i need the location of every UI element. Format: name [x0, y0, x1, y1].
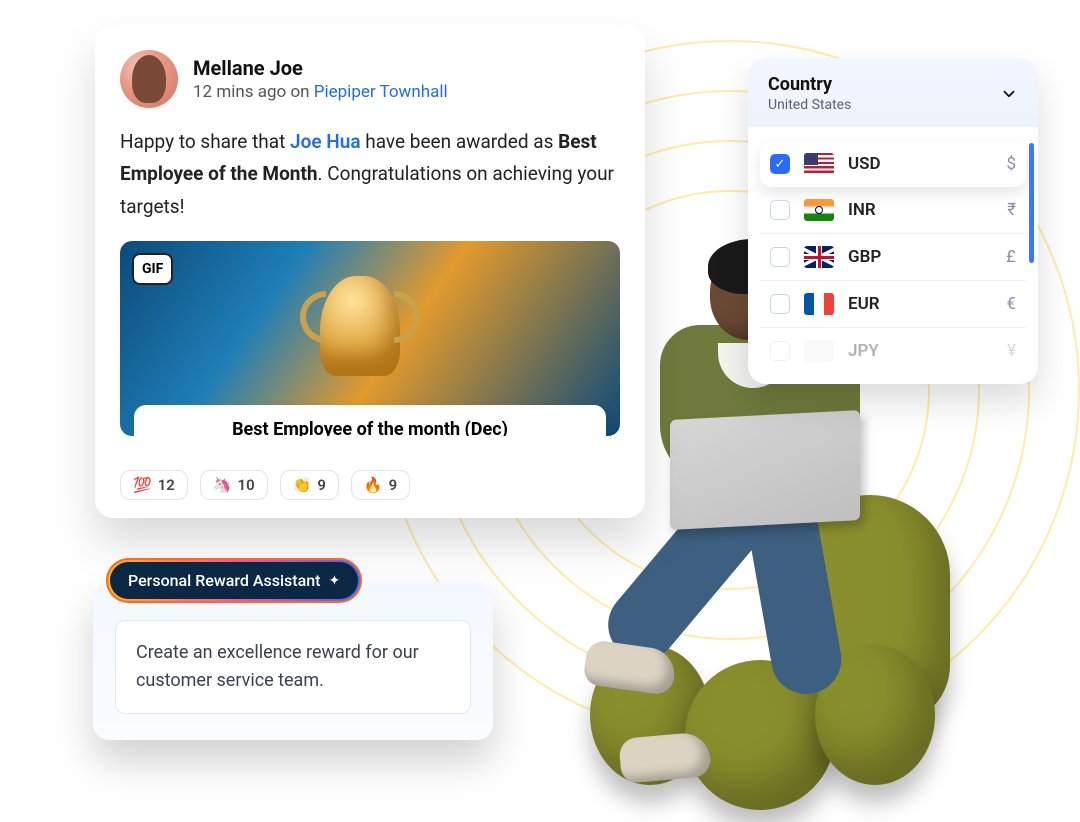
currency-code: INR [848, 200, 1007, 220]
reaction-count: 9 [389, 476, 398, 494]
author-avatar[interactable] [120, 50, 178, 108]
checkbox[interactable] [770, 294, 790, 314]
country-picker: Country United States ✓ USD $ INR ₹ GBP … [748, 58, 1038, 384]
reaction-clap[interactable]: 👏 9 [280, 470, 339, 500]
currency-code: USD [848, 154, 1006, 174]
currency-symbol: € [1006, 294, 1016, 314]
currency-symbol: ¥ [1007, 341, 1016, 361]
feed-post-card: Mellane Joe 12 mins ago on Piepiper Town… [95, 25, 645, 518]
reactions-row: 💯 12 🦄 10 👏 9 🔥 9 [120, 470, 620, 500]
currency-row-gbp[interactable]: GBP £ [760, 234, 1026, 281]
scrollbar[interactable] [1029, 143, 1034, 263]
reaction-emoji: 💯 [133, 476, 152, 494]
flag-in-icon [804, 199, 834, 221]
media-caption: Best Employee of the month (Dec) [134, 405, 606, 436]
reaction-100[interactable]: 💯 12 [120, 470, 188, 500]
post-channel-link[interactable]: Piepiper Townhall [314, 82, 448, 102]
chevron-down-icon [1000, 85, 1018, 103]
checkbox[interactable] [770, 200, 790, 220]
reaction-fire[interactable]: 🔥 9 [351, 470, 410, 500]
currency-code: GBP [848, 247, 1006, 267]
currency-row-usd[interactable]: ✓ USD $ [760, 141, 1026, 187]
country-label: Country [768, 74, 851, 95]
reaction-emoji: 🔥 [364, 476, 383, 494]
currency-symbol: ₹ [1007, 200, 1016, 220]
flag-us-icon [804, 153, 834, 175]
country-picker-header[interactable]: Country United States [748, 58, 1038, 127]
assistant-prompt-text[interactable]: Create an excellence reward for our cust… [115, 620, 471, 714]
currency-symbol: £ [1006, 247, 1016, 267]
currency-row-inr[interactable]: INR ₹ [760, 187, 1026, 234]
currency-row-eur[interactable]: EUR € [760, 281, 1026, 328]
post-timestamp: 12 mins ago [193, 82, 286, 102]
flag-gb-icon [804, 246, 834, 268]
assistant-prompt-panel: Create an excellence reward for our cust… [93, 582, 493, 740]
post-body: Happy to share that Joe Hua have been aw… [120, 126, 620, 223]
reaction-emoji: 🦄 [213, 476, 232, 494]
user-mention[interactable]: Joe Hua [290, 130, 361, 153]
currency-list: ✓ USD $ INR ₹ GBP £ EUR € JPY ¥ [748, 127, 1038, 384]
assistant-chip[interactable]: Personal Reward Assistant ✦ [108, 560, 360, 601]
assistant-chip-label: Personal Reward Assistant [128, 571, 320, 590]
reaction-count: 9 [317, 476, 326, 494]
trophy-icon [320, 276, 400, 376]
currency-code: EUR [848, 294, 1006, 314]
checkbox[interactable] [770, 247, 790, 267]
flag-placeholder-icon [804, 340, 834, 362]
reaction-emoji: 👏 [293, 476, 312, 494]
currency-code: JPY [848, 341, 1007, 361]
checkbox[interactable]: ✓ [770, 154, 790, 174]
post-media[interactable]: GIF Best Employee of the month (Dec) [120, 241, 620, 436]
currency-symbol: $ [1006, 154, 1016, 174]
laptop-icon [670, 410, 860, 530]
gif-badge: GIF [132, 253, 173, 285]
post-meta: 12 mins ago on Piepiper Townhall [193, 82, 448, 102]
country-value: United States [768, 97, 851, 113]
reaction-unicorn[interactable]: 🦄 10 [200, 470, 268, 500]
reaction-count: 12 [158, 476, 175, 494]
post-header: Mellane Joe 12 mins ago on Piepiper Town… [120, 50, 620, 108]
checkbox[interactable] [770, 341, 790, 361]
currency-row-jpy[interactable]: JPY ¥ [760, 328, 1026, 374]
sparkle-icon: ✦ [328, 573, 340, 589]
flag-fr-icon [804, 293, 834, 315]
reaction-count: 10 [238, 476, 255, 494]
author-name[interactable]: Mellane Joe [193, 56, 448, 80]
